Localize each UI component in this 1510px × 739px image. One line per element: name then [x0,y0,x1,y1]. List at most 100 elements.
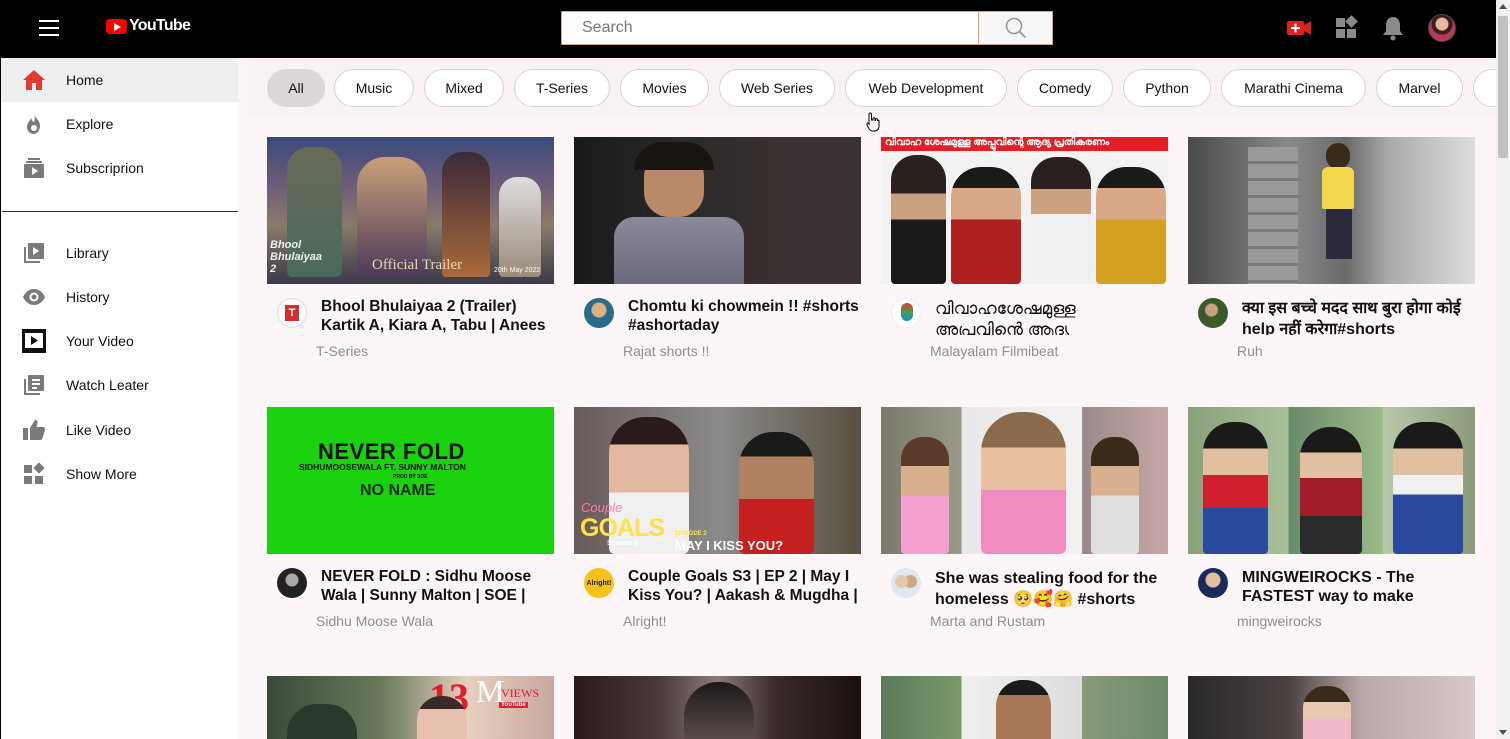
channel-avatar[interactable]: Alright! [584,568,614,598]
channel-avatar[interactable]: T [277,298,307,328]
video-card[interactable] [574,676,861,739]
mouse-cursor-icon [866,112,880,132]
hamburger-menu-icon[interactable] [39,20,59,36]
youtube-logo[interactable]: YouTube [106,17,191,35]
notifications-bell-icon[interactable] [1382,15,1404,41]
chip-t-series[interactable]: T-Series [514,69,610,107]
channel-name[interactable]: Ruh [1237,343,1263,359]
video-thumbnail[interactable]: Bhool Bhulaiyaa 2 Official Trailer 20th … [267,137,554,284]
thumbnail-episode-title-text: MAY I KISS YOU? [675,538,784,553]
video-card[interactable]: क्या इस बच्चे मदद साथ बुरा होगा कोई help… [1188,137,1475,367]
video-thumbnail[interactable] [1188,137,1475,284]
sidebar-item-your-video[interactable]: Your Video [1,319,238,363]
chip-comedy[interactable]: Comedy [1017,69,1113,107]
video-thumbnail[interactable] [574,137,861,284]
video-title[interactable]: Chomtu ki chowmein !! #shorts #ashortada… [628,298,861,335]
channel-avatar[interactable] [277,568,307,598]
video-title[interactable]: MINGWEIROCKS - The FASTEST way to make C… [1242,568,1475,605]
top-bar: YouTube [0,0,1496,58]
video-card[interactable] [881,676,1168,739]
sidebar-divider [2,211,238,212]
create-video-icon[interactable] [1286,15,1312,41]
channel-name[interactable]: mingweirocks [1237,613,1322,629]
youtube-play-icon [106,18,127,34]
channel-name[interactable]: Sidhu Moose Wala [316,613,433,629]
sidebar: Home Explore Subscriprion Library Histor… [0,58,238,739]
sidebar-item-explore[interactable]: Explore [1,102,238,146]
sidebar-item-label: Subscriprion [66,160,144,176]
video-thumbnail[interactable] [881,676,1168,739]
chip-web-series[interactable]: Web Series [719,69,835,107]
channel-avatar[interactable] [584,298,614,328]
watch-later-icon [22,373,46,397]
channel-name[interactable]: Alright! [623,613,667,629]
video-title[interactable]: क्या इस बच्चे मदद साथ बुरा होगा कोई help… [1242,298,1475,335]
chip-mixed[interactable]: Mixed [424,69,504,107]
video-title[interactable]: വിവാഹശേഷമുള്ള അപ്രൂവിന്റെ ആദ്യ പ്രതികരണം [935,298,1168,335]
subscription-icon [22,156,46,180]
sidebar-item-library[interactable]: Library [1,231,238,275]
sidebar-item-history[interactable]: History [1,275,238,319]
logo-text: YouTube [129,17,191,34]
chip-web-development[interactable]: Web Development [845,69,1007,107]
chip-all[interactable]: All [267,69,325,107]
thumbnail-subtitle-text: SIDHUMOOSEWALA FT. SUNNY MALTON [299,462,466,472]
video-thumbnail[interactable]: വിവാഹ ശേഷമുള്ള അപ്പുവിന്റെ ആദ്യ പ്രതികരണ… [881,137,1168,284]
chip-music[interactable]: Music [334,69,414,107]
video-thumbnail[interactable] [881,407,1168,554]
video-thumbnail[interactable]: Couple GOALS Season 3 EPISODE 2 MAY I KI… [574,407,861,554]
chip-marathi-cinema[interactable]: Marathi Cinema [1221,69,1366,107]
sidebar-item-watch-later[interactable]: Watch Leater [1,363,238,407]
channel-name[interactable]: Rajat shorts !! [623,343,709,359]
chip-python[interactable]: Python [1123,69,1211,107]
video-card[interactable]: Couple GOALS Season 3 EPISODE 2 MAY I KI… [574,407,861,637]
sidebar-item-label: Your Video [66,333,134,349]
video-title[interactable]: Couple Goals S3 | EP 2 | May I Kiss You?… [628,568,861,605]
channel-avatar[interactable] [1198,298,1228,328]
channel-avatar[interactable] [891,568,921,598]
thumbnail-goals-text: GOALS [580,514,665,542]
search-button[interactable] [978,11,1053,45]
chip-j[interactable]: J [1473,69,1496,107]
thumbnail-season-text: Season 3 [607,540,638,547]
video-thumbnail[interactable] [574,676,861,739]
sidebar-item-home[interactable]: Home [1,58,238,102]
video-card[interactable]: MINGWEIROCKS - The FASTEST way to make C… [1188,407,1475,637]
video-title[interactable]: NEVER FOLD : Sidhu Moose Wala | Sunny Ma… [321,568,554,605]
scroll-down-arrow-icon[interactable] [1499,730,1507,735]
video-card[interactable]: വിവാഹ ശേഷമുള്ള അപ്പുവിന്റെ ആദ്യ പ്രതികരണ… [881,137,1168,367]
video-thumbnail[interactable] [1188,407,1475,554]
channel-name[interactable]: Marta and Rustam [930,613,1045,629]
sidebar-item-show-more[interactable]: Show More [1,452,238,496]
video-title[interactable]: Bhool Bhulaiyaa 2 (Trailer) Kartik A, Ki… [321,298,554,335]
video-thumbnail[interactable]: 13 M VIEWS YouTube [267,676,554,739]
channel-avatar-text: Alright! [586,579,612,587]
channel-avatar[interactable] [1198,568,1228,598]
channel-name[interactable]: Malayalam Filmibeat [930,343,1058,359]
scroll-thumb[interactable] [1498,16,1508,158]
sidebar-item-subscription[interactable]: Subscriprion [1,146,238,190]
explore-icon [22,112,46,136]
chip-movies[interactable]: Movies [620,69,709,107]
video-thumbnail[interactable]: NEVER FOLD SIDHUMOOSEWALA FT. SUNNY MALT… [267,407,554,554]
page-scrollbar[interactable] [1496,0,1510,739]
video-card[interactable] [1188,676,1475,739]
apps-icon[interactable] [1334,15,1358,41]
sidebar-item-label: Watch Leater [66,377,149,393]
video-card[interactable]: Chomtu ki chowmein !! #shorts #ashortada… [574,137,861,367]
video-card[interactable]: 13 M VIEWS YouTube [267,676,554,739]
video-title[interactable]: She was stealing food for the homeless 🥺… [935,568,1168,610]
channel-name[interactable]: T-Series [316,343,368,359]
search-icon [1005,17,1026,38]
search-input[interactable] [561,11,979,45]
scroll-up-arrow-icon[interactable] [1499,4,1507,9]
chip-marvel[interactable]: Marvel [1376,69,1463,107]
video-thumbnail[interactable] [1188,676,1475,739]
user-avatar[interactable] [1428,14,1456,42]
thumbnail-couple-text: Couple [581,500,623,515]
video-card[interactable]: NEVER FOLD SIDHUMOOSEWALA FT. SUNNY MALT… [267,407,554,637]
video-card[interactable]: She was stealing food for the homeless 🥺… [881,407,1168,637]
video-card[interactable]: Bhool Bhulaiyaa 2 Official Trailer 20th … [267,137,554,367]
sidebar-item-like-video[interactable]: Like Video [1,408,238,452]
channel-avatar[interactable] [891,298,921,328]
